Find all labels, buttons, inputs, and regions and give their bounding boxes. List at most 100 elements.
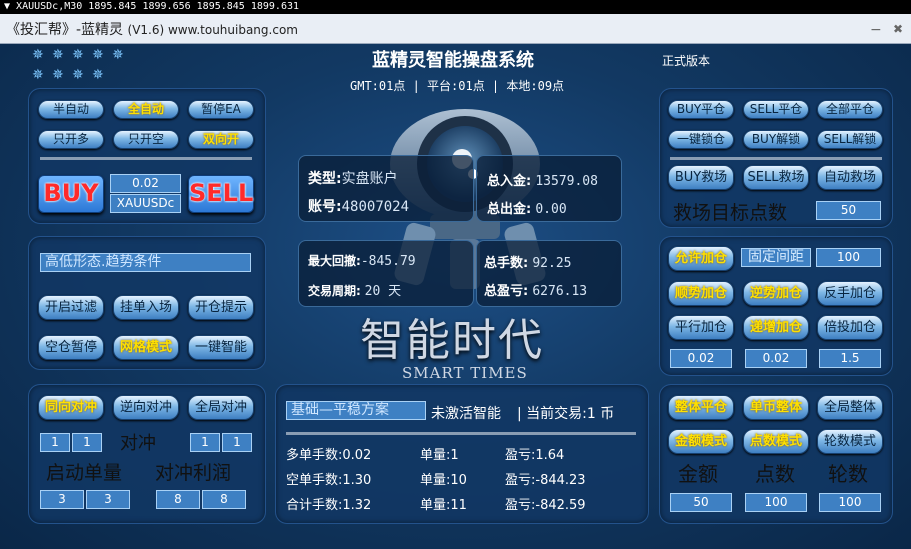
long-count: 单量:1 <box>420 448 459 463</box>
amount-input[interactable]: 50 <box>670 493 732 512</box>
full-auto-button[interactable]: 全自动 <box>113 100 179 119</box>
app-version: (V1.6) www.touhuibang.com <box>127 23 298 37</box>
account-number: 账号:48007024 <box>308 199 410 215</box>
hedge-profit-input[interactable]: 8 <box>156 490 200 509</box>
amount-label: 金额 <box>678 462 718 486</box>
short-only-button[interactable]: 只开空 <box>113 130 179 149</box>
slogan-en: SMART TIMES <box>402 364 528 382</box>
grid-mode-button[interactable]: 网格模式 <box>113 335 179 360</box>
lot-input[interactable]: 0.02 <box>110 174 181 193</box>
gear-icon: ✵ <box>92 67 104 83</box>
app-title: 《投汇帮》-蓝精灵 (V1.6) www.touhuibang.com <box>6 22 298 38</box>
amount-mode-button[interactable]: 金额模式 <box>668 429 734 454</box>
divider <box>40 157 252 160</box>
trend-add-button[interactable]: 顺势加仓 <box>668 281 734 306</box>
open-alert-button[interactable]: 开仓提示 <box>188 295 254 320</box>
total-deposit: 总入金: 13579.08 <box>487 174 598 189</box>
add-value-input[interactable]: 0.02 <box>670 349 732 368</box>
lock-button[interactable]: 一键锁仓 <box>668 130 734 149</box>
gear-icon: ✵ <box>32 47 44 63</box>
global-hedge-button[interactable]: 全局对冲 <box>188 395 254 420</box>
sell-rescue-button[interactable]: SELL救场 <box>743 165 809 190</box>
condition-field[interactable]: 高低形态.趋势条件 <box>40 253 251 272</box>
hedge-profit-input[interactable]: 8 <box>202 490 246 509</box>
counter-add-button[interactable]: 逆势加仓 <box>743 281 809 306</box>
trade-cycle: 交易周期: 20 天 <box>308 284 402 299</box>
reverse-hedge-button[interactable]: 逆向对冲 <box>113 395 179 420</box>
hedge-input[interactable]: 1 <box>190 433 220 452</box>
smart-button[interactable]: 一键智能 <box>188 335 254 360</box>
minimize-button[interactable]: − <box>870 22 882 38</box>
total-withdraw: 总出金: 0.00 <box>487 202 567 217</box>
hedge-input[interactable]: 1 <box>40 433 70 452</box>
main-area: ✵ ✵ ✵ ✵ ✵ ✵ ✵ ✵ ✵ 蓝精灵智能操盘系统 正式版本 GMT:01点… <box>0 44 911 549</box>
points-input[interactable]: 100 <box>745 493 807 512</box>
start-lots-input[interactable]: 3 <box>40 490 84 509</box>
plan-field[interactable]: 基础—平稳方案 <box>286 401 426 420</box>
chart-title: XAUUSDc,M30 1895.845 1899.656 1895.845 1… <box>16 1 300 12</box>
total-lots-row: 合计手数:1.32 <box>286 498 372 513</box>
add-value-input[interactable]: 0.02 <box>745 349 807 368</box>
rounds-input[interactable]: 100 <box>819 493 881 512</box>
filter-button[interactable]: 开启过滤 <box>38 295 104 320</box>
total-lots: 总手数: 92.25 <box>484 256 572 271</box>
interval-input[interactable]: 100 <box>816 248 881 267</box>
auto-rescue-button[interactable]: 自动救场 <box>817 165 883 190</box>
fixed-interval-field[interactable]: 固定间距 <box>741 248 811 267</box>
hedge-input[interactable]: 1 <box>72 433 102 452</box>
single-whole-button[interactable]: 单币整体 <box>743 395 809 420</box>
buy-rescue-button[interactable]: BUY救场 <box>668 165 734 190</box>
long-lots: 多单手数:0.02 <box>286 448 372 463</box>
start-lots-label: 启动单量 <box>46 462 123 484</box>
semi-auto-button[interactable]: 半自动 <box>38 100 104 119</box>
flat-add-button[interactable]: 平行加仓 <box>668 315 734 340</box>
points-label: 点数 <box>755 462 795 486</box>
increment-add-button[interactable]: 递增加仓 <box>743 315 809 340</box>
same-hedge-button[interactable]: 同向对冲 <box>38 395 104 420</box>
total-profit-row: 盈亏:-842.59 <box>505 498 586 513</box>
gear-icon: ✵ <box>52 47 64 63</box>
divider <box>670 157 882 160</box>
pause-ea-button[interactable]: 暂停EA <box>188 100 254 119</box>
current-trade: | 当前交易:1 币 <box>517 406 615 422</box>
buy-unlock-button[interactable]: BUY解锁 <box>743 130 809 149</box>
allow-add-button[interactable]: 允许加仓 <box>668 246 734 271</box>
points-mode-button[interactable]: 点数模式 <box>743 429 809 454</box>
short-lots: 空单手数:1.30 <box>286 473 372 488</box>
hedge-profit-label: 对冲利润 <box>155 462 232 484</box>
gear-icon: ✵ <box>72 67 84 83</box>
buy-close-button[interactable]: BUY平仓 <box>668 100 734 119</box>
whole-close-button[interactable]: 整体平仓 <box>668 395 734 420</box>
max-drawdown: 最大回撤:-845.79 <box>308 254 416 269</box>
close-icon[interactable]: ✖ <box>893 22 903 36</box>
rescue-target-input[interactable]: 50 <box>816 201 881 220</box>
short-count: 单量:10 <box>420 473 467 488</box>
rescue-target-label: 救场目标点数 <box>673 202 788 224</box>
both-ways-button[interactable]: 双向开 <box>188 130 254 149</box>
divider <box>286 432 636 435</box>
reverse-add-button[interactable]: 反手加仓 <box>817 281 883 306</box>
pending-entry-button[interactable]: 挂单入场 <box>113 295 179 320</box>
gear-icon: ✵ <box>52 67 64 83</box>
hedge-input[interactable]: 1 <box>222 433 252 452</box>
symbol-field: XAUUSDc <box>110 194 181 213</box>
flat-pause-button[interactable]: 空仓暂停 <box>38 335 104 360</box>
global-whole-button[interactable]: 全局整体 <box>817 395 883 420</box>
sell-close-button[interactable]: SELL平仓 <box>743 100 809 119</box>
total-count: 单量:11 <box>420 498 467 513</box>
add-value-input[interactable]: 1.5 <box>819 349 881 368</box>
total-profit: 总盈亏: 6276.13 <box>484 284 588 299</box>
slogan-cn: 智能时代 <box>360 315 544 366</box>
rounds-mode-button[interactable]: 轮数模式 <box>817 429 883 454</box>
long-only-button[interactable]: 只开多 <box>38 130 104 149</box>
multiply-add-button[interactable]: 倍投加仓 <box>817 315 883 340</box>
gear-icon: ✵ <box>32 67 44 83</box>
sell-unlock-button[interactable]: SELL解锁 <box>817 130 883 149</box>
buy-button[interactable]: BUY <box>38 175 104 213</box>
window-header: 《投汇帮》-蓝精灵 (V1.6) www.touhuibang.com − ✖ <box>0 14 911 44</box>
rounds-label: 轮数 <box>828 462 868 486</box>
all-close-button[interactable]: 全部平仓 <box>817 100 883 119</box>
start-lots-input[interactable]: 3 <box>86 490 130 509</box>
chart-title-bar: ▼ XAUUSDc,M30 1895.845 1899.656 1895.845… <box>0 0 911 14</box>
sell-button[interactable]: SELL <box>188 175 254 213</box>
